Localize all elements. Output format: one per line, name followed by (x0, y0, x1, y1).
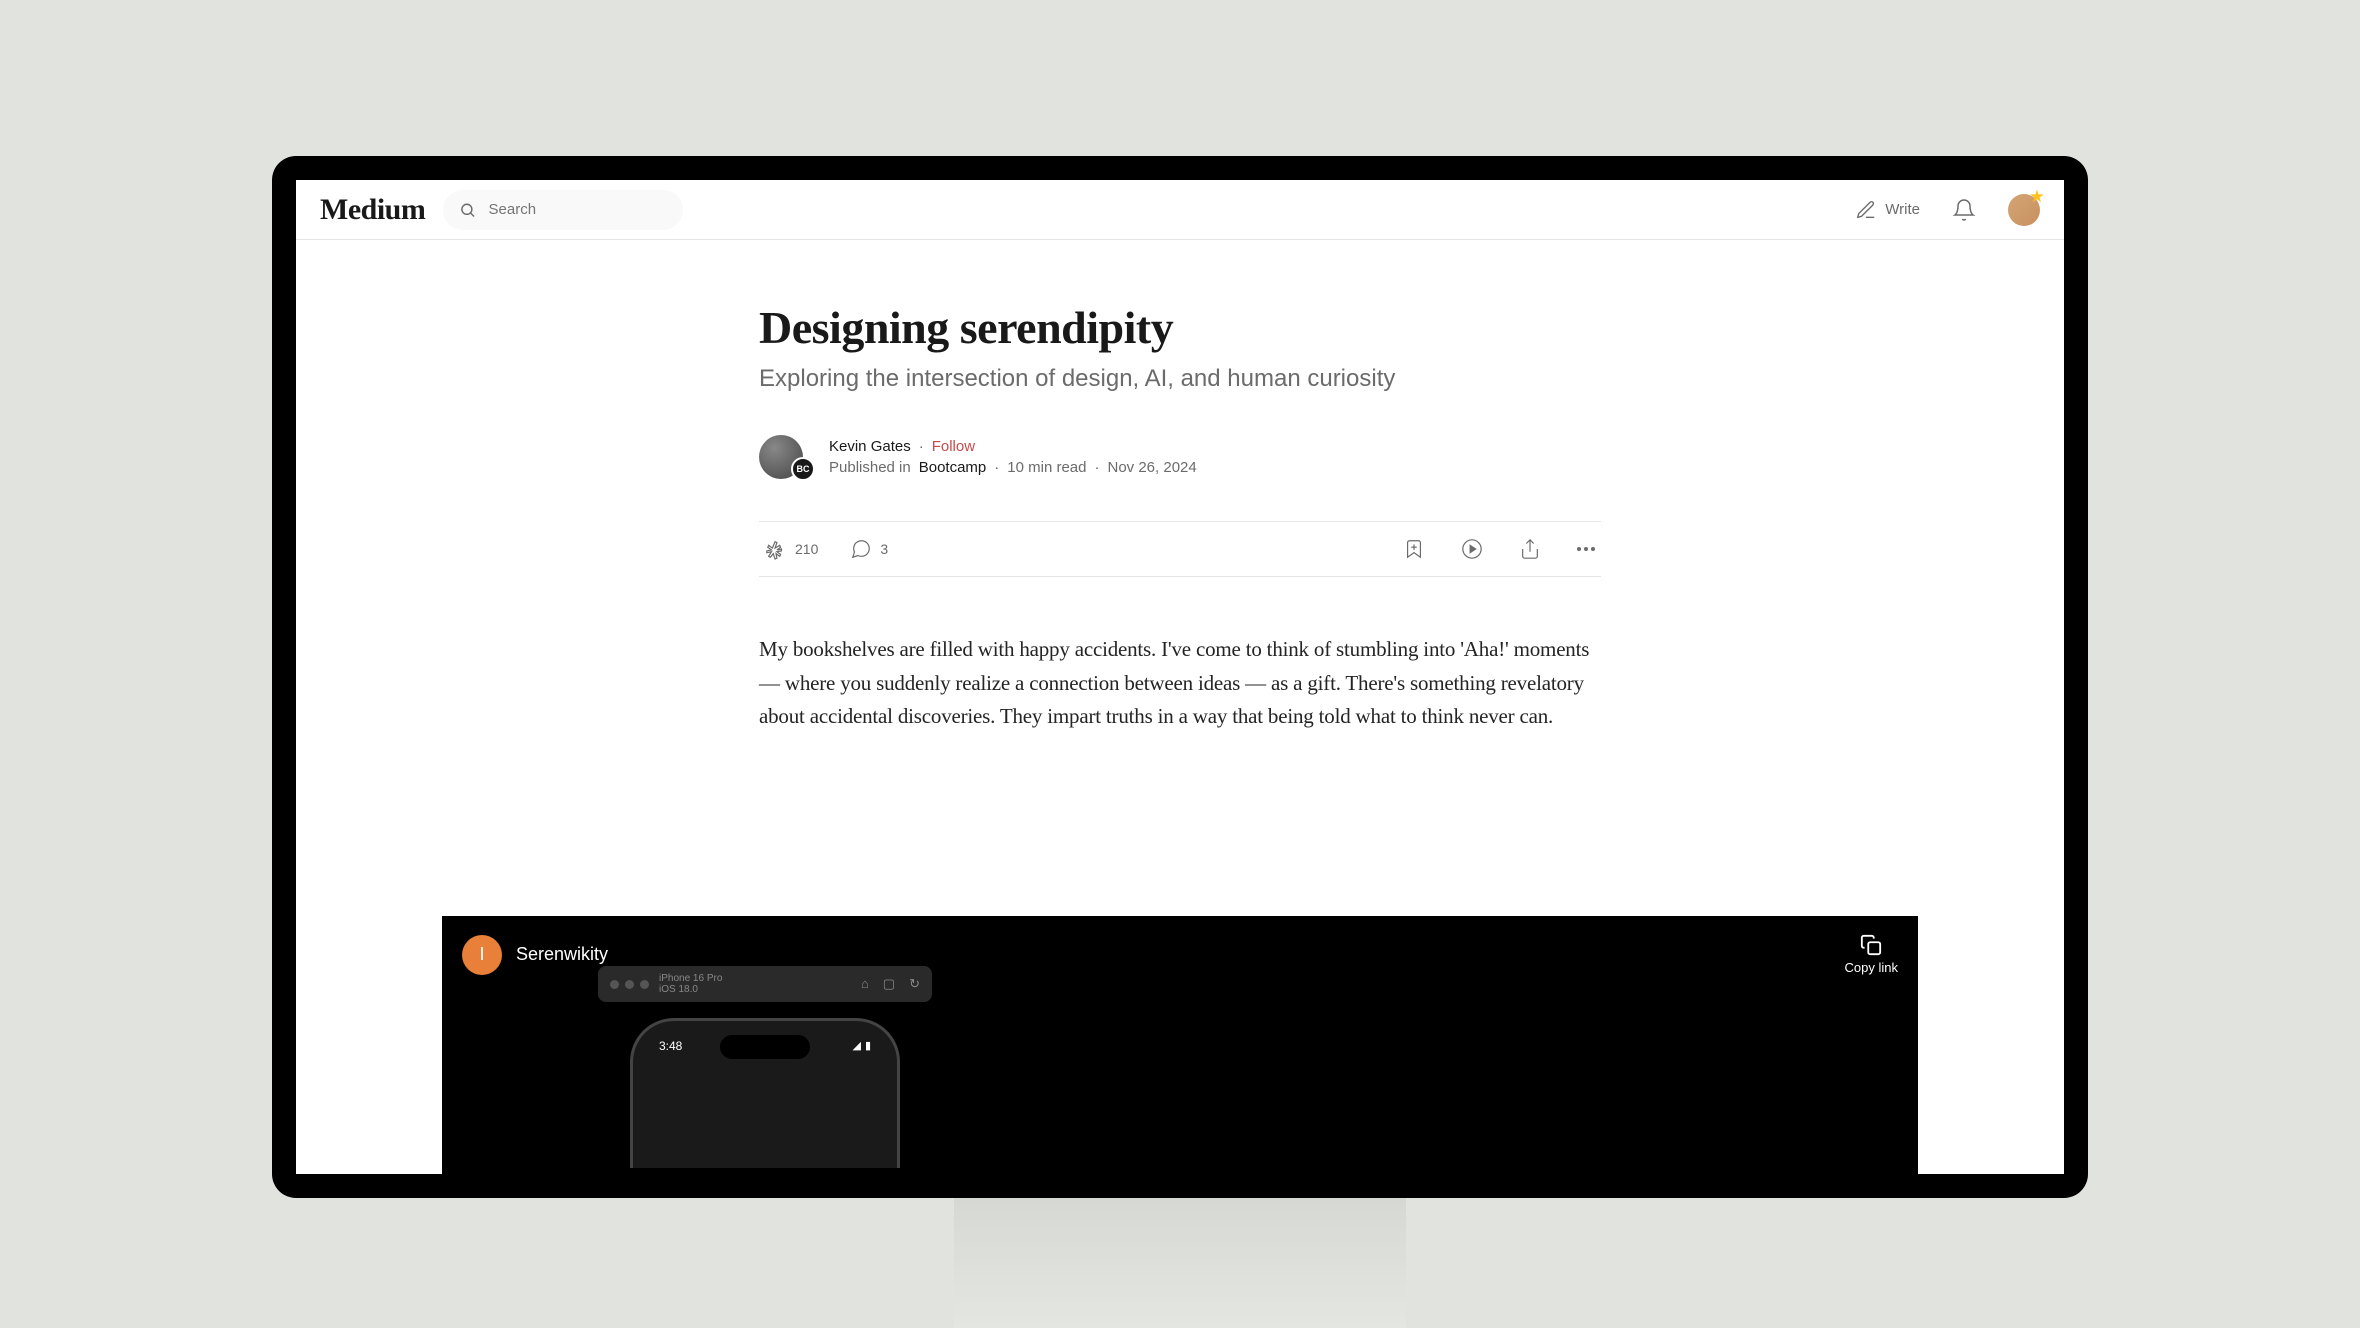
phone-mockup: iPhone 16 Pro iOS 18.0 ⌂ ▢ ↻ 3:48 ◢ ▮ (598, 966, 932, 1174)
window-controls (610, 980, 649, 989)
dot-icon (1591, 547, 1595, 551)
search-box[interactable] (443, 190, 683, 230)
phone-clock: 3:48 (659, 1039, 682, 1053)
author-avatars[interactable]: BC (759, 433, 815, 481)
copy-link-label: Copy link (1845, 960, 1898, 975)
more-icon[interactable] (1577, 547, 1595, 551)
article-meta: BC Kevin Gates · Follow Published in Boo… (759, 433, 1601, 481)
article-paragraph: My bookshelves are filled with happy acc… (759, 633, 1601, 734)
screenshot-icon: ▢ (883, 976, 895, 992)
engagement-bar: 210 3 (759, 521, 1601, 577)
meta-line-author: Kevin Gates · Follow (829, 438, 1197, 455)
publish-date: Nov 26, 2024 (1108, 459, 1197, 476)
comment-button[interactable]: 3 (850, 538, 888, 560)
meta-line-pub: Published in Bootcamp · 10 min read · No… (829, 459, 1197, 476)
share-icon[interactable] (1519, 538, 1541, 560)
read-time: 10 min read (1007, 459, 1086, 476)
video-title: Serenwikity (516, 944, 608, 965)
rotate-icon: ↻ (909, 976, 920, 992)
user-avatar[interactable] (2008, 194, 2040, 226)
site-header: Medium Write (296, 180, 2064, 240)
monitor-stand (954, 1198, 1406, 1328)
video-embed[interactable]: I Serenwikity Copy link (442, 916, 1918, 1174)
write-label: Write (1885, 201, 1920, 218)
separator-dot: · (919, 438, 924, 455)
browser-viewport: Medium Write Des (296, 180, 2064, 1174)
medium-logo[interactable]: Medium (320, 193, 425, 227)
simulator-toolbar: iPhone 16 Pro iOS 18.0 ⌂ ▢ ↻ (598, 966, 932, 1002)
publication-link[interactable]: Bootcamp (919, 459, 987, 476)
wifi-icon: ◢ (852, 1039, 860, 1052)
publication-badge-icon: BC (791, 457, 815, 481)
battery-icon: ▮ (865, 1039, 871, 1052)
search-input[interactable] (489, 201, 668, 218)
separator-dot: · (1095, 459, 1100, 476)
author-name[interactable]: Kevin Gates (829, 438, 911, 455)
dynamic-island-icon (720, 1035, 810, 1059)
write-icon (1855, 199, 1877, 221)
comment-icon (850, 538, 872, 560)
engagement-right (1403, 538, 1595, 560)
clap-icon (765, 538, 787, 560)
home-icon: ⌂ (861, 976, 869, 992)
play-icon[interactable] (1461, 538, 1483, 560)
clap-button[interactable]: 210 (765, 538, 818, 560)
separator-dot: · (994, 459, 999, 476)
comment-count: 3 (880, 541, 888, 557)
follow-button[interactable]: Follow (932, 438, 975, 455)
article-container: Designing serendipity Exploring the inte… (759, 240, 1601, 734)
video-channel[interactable]: I Serenwikity (462, 935, 608, 975)
notifications-icon[interactable] (1952, 198, 1976, 222)
traffic-light-icon (610, 980, 619, 989)
phone-status-icons: ◢ ▮ (852, 1039, 871, 1052)
engagement-left: 210 3 (765, 538, 888, 560)
simulator-actions: ⌂ ▢ ↻ (861, 976, 920, 992)
traffic-light-icon (625, 980, 634, 989)
meta-text: Kevin Gates · Follow Published in Bootca… (829, 438, 1197, 476)
simulator-device-label: iPhone 16 Pro iOS 18.0 (659, 973, 722, 995)
bookmark-icon[interactable] (1403, 538, 1425, 560)
copy-icon (1860, 934, 1882, 956)
clap-count: 210 (795, 541, 818, 557)
article-subtitle: Exploring the intersection of design, AI… (759, 365, 1601, 393)
write-button[interactable]: Write (1855, 199, 1920, 221)
published-in-prefix: Published in (829, 459, 911, 476)
header-actions: Write (1855, 194, 2040, 226)
phone-frame: 3:48 ◢ ▮ (630, 1018, 900, 1168)
search-icon (459, 200, 476, 220)
channel-avatar-icon: I (462, 935, 502, 975)
copy-link-button[interactable]: Copy link (1845, 934, 1898, 975)
traffic-light-icon (640, 980, 649, 989)
dot-icon (1577, 547, 1581, 551)
dot-icon (1584, 547, 1588, 551)
monitor-frame: Medium Write Des (272, 156, 2088, 1198)
article-title: Designing serendipity (759, 300, 1601, 355)
